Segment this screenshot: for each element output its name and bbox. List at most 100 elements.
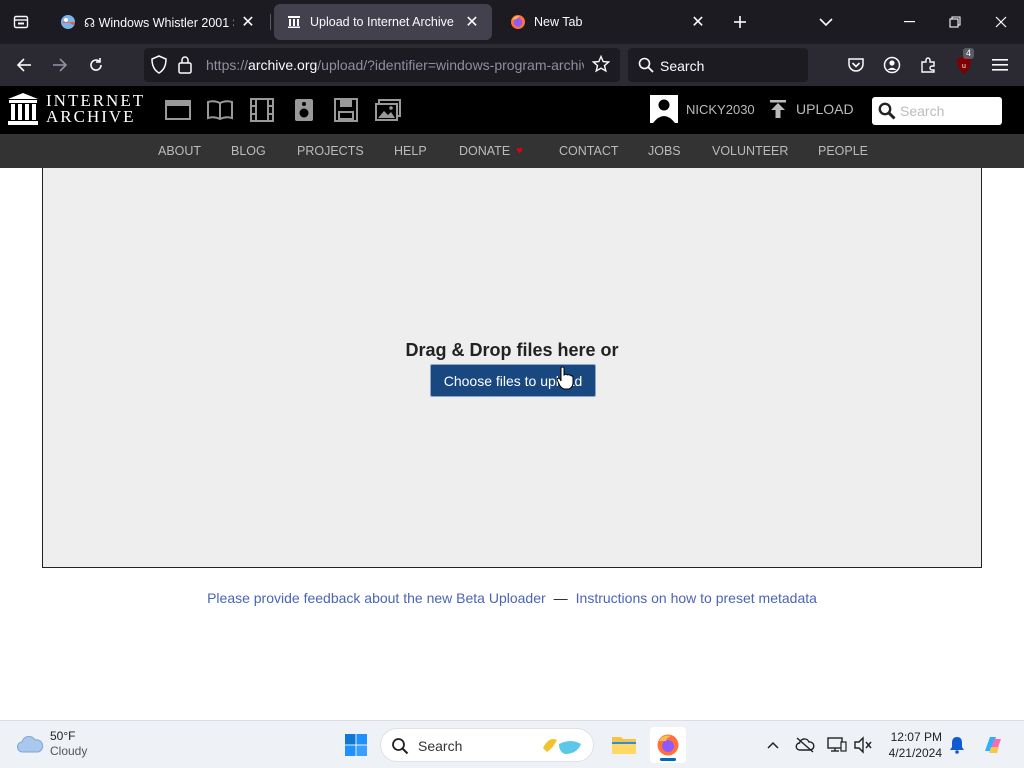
puzzle-icon [921,57,935,73]
audio-icon[interactable] [291,98,317,122]
user-menu[interactable]: NICKY2030 [650,95,755,123]
tab-new-tab[interactable]: New Tab ✕ [498,4,718,40]
reload-icon [90,58,102,71]
show-hidden-icons-button[interactable] [762,733,784,757]
close-icon [995,16,1007,28]
minimize-button[interactable] [886,0,932,44]
app-menu-button[interactable] [988,53,1012,77]
firefox-view-icon [13,15,29,29]
bookmark-star-icon[interactable] [591,54,611,78]
nav-about[interactable]: ABOUT [158,144,201,158]
search-icon [878,102,896,125]
account-button[interactable] [880,53,904,77]
copilot-button[interactable] [980,733,1006,757]
browser-nav-bar: https://archive.org/upload/?identifier=w… [0,44,1024,86]
software-icon[interactable] [333,98,359,122]
file-explorer-button[interactable] [606,727,642,763]
tab-title: ☊ Windows Whistler 2001 Startu [84,15,234,30]
taskbar-search[interactable]: Search [380,728,594,762]
ia-top-bar: INTERNET ARCHIVE NICKY2030 UPLOAD Search [0,86,1024,134]
nav-people[interactable]: PEOPLE [818,144,868,158]
preset-metadata-link[interactable]: Instructions on how to preset metadata [576,590,817,606]
clock-time: 12:07 PM [890,730,942,744]
new-tab-button[interactable] [726,8,754,36]
bell-icon [950,737,964,754]
pocket-button[interactable] [844,53,868,77]
favicon-archive-icon [286,14,302,30]
nav-help[interactable]: HELP [394,144,427,158]
archive-building-icon [8,93,38,125]
search-highlight-icon [543,739,581,754]
minimize-icon [903,21,915,23]
address-bar[interactable]: https://archive.org/upload/?identifier=w… [144,48,620,82]
windows-logo-icon [345,734,367,756]
tab-close-icon[interactable]: ✕ [462,12,482,32]
url-text[interactable]: https://archive.org/upload/?identifier=w… [206,57,584,73]
favicon-firefox-icon [510,14,526,30]
restore-icon [949,16,961,28]
tab-close-icon[interactable]: ✕ [688,12,708,32]
weather-condition: Cloudy [50,744,88,758]
hand-cursor-icon [556,366,574,390]
nav-jobs[interactable]: JOBS [648,144,681,158]
avatar [650,95,678,123]
pocket-icon [848,58,864,72]
tracking-shield-icon[interactable] [150,55,168,80]
list-all-tabs-button[interactable] [812,8,840,36]
tab-separator [270,14,271,30]
ia-secondary-nav: ABOUT BLOG PROJECTS HELP DONATE ♥ CONTACT… [0,134,1024,168]
search-icon [638,57,654,78]
tab-upload-internet-archive[interactable]: Upload to Internet Archive ✕ [274,4,492,40]
web-icon[interactable] [165,98,191,122]
extensions-button[interactable] [916,53,940,77]
ia-logo[interactable]: INTERNET ARCHIVE [8,91,146,126]
upload-label: UPLOAD [796,101,854,117]
search-placeholder: Search [660,58,705,74]
restore-button[interactable] [932,0,978,44]
nav-donate[interactable]: DONATE ♥ [459,144,523,158]
lock-icon[interactable] [177,55,193,80]
separator: — [553,590,568,606]
video-icon[interactable] [249,98,275,122]
images-icon[interactable] [375,98,401,122]
clock-date: 4/21/2024 [888,746,942,760]
copilot-icon [985,737,1001,753]
browser-search-bar[interactable]: Search [628,48,808,82]
start-button[interactable] [338,727,374,763]
close-window-button[interactable] [978,0,1024,44]
tab-close-icon[interactable]: ✕ [238,12,258,32]
notifications-button[interactable] [946,733,968,757]
firefox-view-button[interactable] [0,0,42,44]
nav-blog[interactable]: BLOG [231,144,266,158]
feedback-link[interactable]: Please provide feedback about the new Be… [207,590,546,606]
nav-volunteer[interactable]: VOLUNTEER [712,144,788,158]
ublock-count-badge: 4 [963,48,975,59]
heart-icon: ♥ [516,145,523,157]
weather-widget[interactable]: 50°F Cloudy [16,729,87,759]
cloud-off-icon [795,737,815,753]
network-button[interactable] [826,733,848,757]
volume-button[interactable] [852,733,874,757]
display-network-icon [827,737,847,752]
system-clock[interactable]: 12:07 PM 4/21/2024 [884,729,942,761]
tab-windows-whistler[interactable]: ☊ Windows Whistler 2001 Startu ✕ [48,4,268,40]
back-button[interactable] [9,51,39,79]
file-drop-zone[interactable]: Drag & Drop files here or Choose files t… [42,168,982,568]
nav-donate-label: DONATE [459,144,511,158]
arrow-right-icon [53,58,68,72]
upload-link[interactable]: UPLOAD [768,99,854,119]
onedrive-button[interactable] [794,733,816,757]
reload-button[interactable] [81,51,111,79]
search-icon [391,737,409,760]
forward-button[interactable] [45,51,75,79]
windows-taskbar: 50°F Cloudy Search 12:07 PM 4/21/2024 [0,720,1024,768]
folder-icon [612,737,636,754]
chevron-down-icon [819,18,833,26]
nav-projects[interactable]: PROJECTS [297,144,364,158]
ia-search-input[interactable]: Search [872,97,1002,125]
nav-contact[interactable]: CONTACT [559,144,619,158]
texts-icon[interactable] [207,98,233,122]
active-app-indicator [660,758,676,761]
plus-icon [734,16,746,28]
ia-logo-text: INTERNET ARCHIVE [46,91,146,126]
